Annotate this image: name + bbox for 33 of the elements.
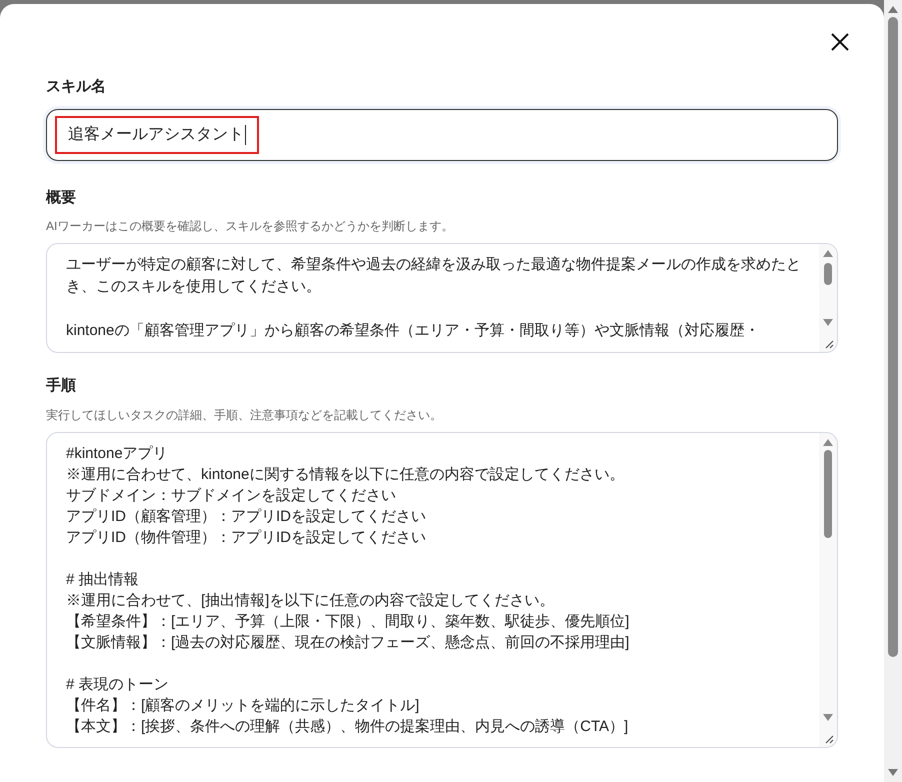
steps-line: 【希望条件】：[エリア、予算（上限・下限）、間取り、築年数、駅徒歩、優先順位] — [66, 612, 630, 632]
steps-line: アプリID（物件管理）：アプリIDを設定してください — [66, 528, 427, 548]
steps-line: ※運用に合わせて、kintoneに関する情報を以下に任意の内容で設定してください。 — [66, 464, 626, 484]
scrollbar-thumb[interactable] — [824, 450, 832, 538]
scroll-down-icon[interactable] — [823, 319, 833, 326]
field-hint: AIワーカーはこの概要を確認し、スキルを参照するかどうかを判断します。 — [46, 218, 454, 235]
steps-textarea[interactable] — [46, 432, 838, 748]
scroll-down-icon[interactable] — [888, 769, 898, 776]
steps-line: 【文脈情報】：[過去の対応履歴、現在の検討フェーズ、懸念点、前回の不採用理由] — [66, 632, 630, 652]
steps-line: 【本文】：[挨拶、条件への理解（共感）、物件の提案理由、内見への誘導（CTA）] — [66, 716, 630, 736]
text-cursor — [245, 124, 246, 144]
steps-line: サブドメイン：サブドメインを設定してください — [66, 486, 397, 506]
overview-textarea[interactable]: ユーザーが特定の顧客に対して、希望条件や過去の経緯を汲み取った最適な物件提案メールの作成を求めたとき、このスキルを使用してください。 kintoneの「顧客管理アプリ」から顧客の希望条件（エリア・予算・間取り等）や文脈情報（対応履歴・ — [46, 243, 838, 353]
overview-paragraph: ユーザーが特定の顧客に対して、希望条件や過去の経緯を汲み取った最適な物件提案メールの作成を求めたとき、このスキルを使用してください。 — [66, 255, 802, 297]
scroll-up-icon[interactable] — [823, 250, 833, 257]
steps-line: # 表現のトーン — [66, 674, 170, 694]
overview-paragraph: kintoneの「顧客管理アプリ」から顧客の希望条件（エリア・予算・間取り等）や文脈情報（対応履歴・ — [66, 321, 760, 341]
steps-line: 【件名】：[顧客のメリットを端的に示したタイトル] — [66, 696, 420, 716]
field-label: スキル名 — [46, 77, 107, 97]
steps-line: アプリID（顧客管理）：アプリIDを設定してください — [66, 506, 427, 526]
skill-name-value: 追客メールアシスタント — [55, 116, 259, 154]
scroll-up-icon[interactable] — [823, 438, 833, 446]
field-label: 手順 — [46, 376, 77, 396]
field-label: 概要 — [46, 188, 77, 208]
close-icon — [831, 33, 849, 51]
page-scrollbar-thumb[interactable] — [888, 17, 898, 657]
field-hint: 実行してほしいタスクの詳細、手順、注意事項などを記載してください。 — [46, 406, 443, 424]
steps-line: #kintoneアプリ — [66, 444, 169, 464]
steps-line: # 抽出情報 — [66, 570, 140, 590]
scrollbar-thumb[interactable] — [824, 263, 832, 285]
steps-line: ※運用に合わせて、[抽出情報]を以下に任意の内容で設定してください。 — [66, 590, 556, 610]
scroll-up-icon[interactable] — [888, 6, 898, 13]
scroll-down-icon[interactable] — [823, 714, 833, 720]
